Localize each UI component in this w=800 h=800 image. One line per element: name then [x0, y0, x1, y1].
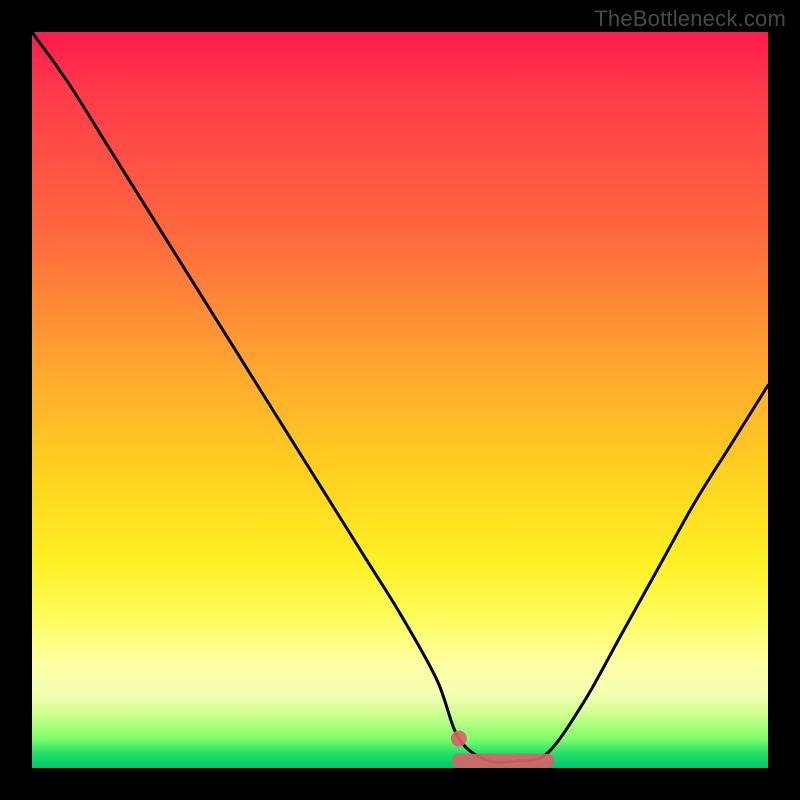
bottleneck-curve-path — [32, 32, 768, 763]
curve-layer — [32, 32, 768, 768]
optimal-start-dot — [451, 731, 467, 747]
chart-frame: TheBottleneck.com — [0, 0, 800, 800]
plot-area — [32, 32, 768, 768]
bottleneck-curve — [32, 32, 768, 763]
watermark-text: TheBottleneck.com — [594, 6, 786, 32]
